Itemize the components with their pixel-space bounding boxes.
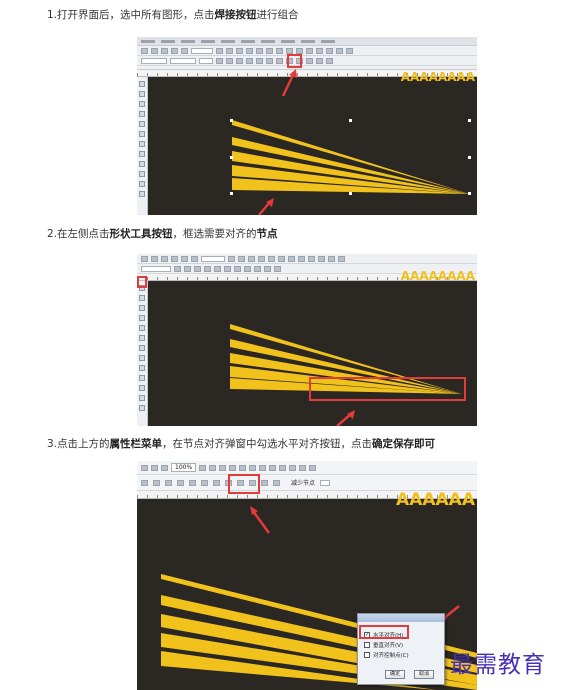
screenshot-1: AAAAAAAA xyxy=(137,37,477,215)
step-3-number: 3. xyxy=(47,438,58,450)
control-point-checkbox[interactable] xyxy=(364,652,370,658)
step-2-part-2: 形状工具按钮 xyxy=(109,228,173,240)
arrow-to-weld-button xyxy=(258,69,297,215)
step-3-part-4: 确定保存即可 xyxy=(372,438,436,450)
step-3-part-1: 点击上方的 xyxy=(57,438,110,450)
step-2-text: 2.在左侧点击形状工具按钮，框选需要对齐的节点 xyxy=(47,227,278,241)
step-1-number: 1. xyxy=(47,9,58,21)
horizontal-align-highlight xyxy=(359,625,409,639)
arrow-to-nodes xyxy=(336,410,355,426)
vertical-align-option[interactable]: 垂直对齐(V) xyxy=(358,640,444,650)
screenshot-3: 100% 减少节点 AAAAAA ✓ 水平对齐(H) 垂直对齐(V) 对齐控制点… xyxy=(137,461,477,690)
control-point-option[interactable]: 对齐控制点(C) xyxy=(358,650,444,660)
step-2-part-3: ，框选需要对齐的 xyxy=(172,228,257,240)
step-1-part-3: 进行组合 xyxy=(256,9,299,21)
step-1-part-2: 焊接按钮 xyxy=(214,9,257,21)
step-2-part-1: 在左侧点击 xyxy=(57,228,110,240)
vertical-align-label: 垂直对齐(V) xyxy=(373,643,404,649)
step-2-number: 2. xyxy=(47,228,58,240)
dialog-titlebar xyxy=(358,614,444,622)
screenshot-2: AAAAAAAA xyxy=(137,254,477,426)
step-3-text: 3.点击上方的属性栏菜单，在节点对齐弹窗中勾选水平对齐按钮，点击确定保存即可 xyxy=(47,437,435,451)
ok-button[interactable]: 确定 xyxy=(385,670,405,679)
node-align-dialog: ✓ 水平对齐(H) 垂直对齐(V) 对齐控制点(C) 确定 取消 xyxy=(357,613,445,685)
step-2-part-4: 节点 xyxy=(256,228,278,240)
step-1-part-1: 打开界面后，选中所有图形，点击 xyxy=(57,9,215,21)
watermark-logo: 最需教育 xyxy=(450,652,546,678)
cancel-button[interactable]: 取消 xyxy=(414,670,434,679)
step-3-part-3: ，在节点对齐弹窗中勾选水平对齐按钮，点击 xyxy=(162,438,373,450)
vertical-align-checkbox[interactable] xyxy=(364,642,370,648)
control-point-label: 对齐控制点(C) xyxy=(373,653,409,659)
step-1-text: 1.打开界面后，选中所有图形，点击焊接按钮进行组合 xyxy=(47,8,299,22)
step-3-part-2: 属性栏菜单 xyxy=(109,438,163,450)
